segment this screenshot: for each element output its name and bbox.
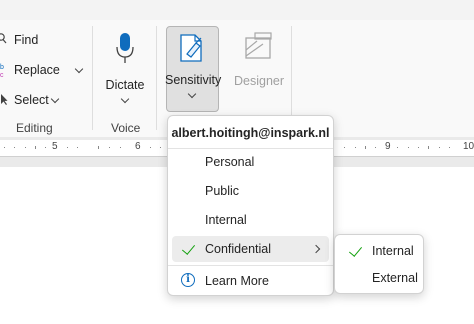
learn-more-link[interactable]: i Learn More (172, 268, 329, 294)
chevron-down-icon (120, 94, 130, 104)
ruler-tick (98, 146, 99, 149)
ruler-tick (428, 146, 429, 149)
dictate-label: Dictate (105, 78, 145, 92)
account-label: albert.hoitingh@inspark.nl (171, 126, 330, 140)
chevron-down-icon (50, 94, 59, 103)
chevron-down-icon (74, 64, 84, 73)
checkmark-icon (348, 243, 363, 257)
menu-item-label: Confidential (205, 242, 272, 256)
ruler-tick (109, 147, 110, 148)
select-label: Select (14, 93, 49, 107)
menu-item-label: Internal (205, 213, 247, 227)
dictate-button[interactable]: Dictate (101, 24, 149, 112)
confidential-submenu: Internal External (334, 234, 424, 294)
designer-button: Designer (230, 26, 288, 106)
replace-icon: b c (0, 64, 4, 78)
ruler-tick (365, 146, 366, 149)
submenu-item-external[interactable]: External (339, 265, 419, 291)
ruler-number: 9 (385, 141, 391, 152)
svg-text:b: b (0, 64, 4, 71)
designer-icon (245, 32, 272, 59)
title-strip (0, 0, 474, 20)
search-icon (0, 33, 7, 44)
ruler-tick (449, 147, 450, 148)
ruler-tick (439, 147, 440, 148)
learn-more-label: Learn More (205, 274, 269, 288)
checkmark-icon (181, 241, 196, 255)
ruler-tick (408, 147, 409, 148)
editing-group-label: Editing (16, 121, 53, 135)
info-icon: i (181, 273, 195, 287)
ruler-tick (45, 147, 46, 148)
find-button[interactable]: Find (0, 30, 38, 50)
ruler-tick (14, 147, 15, 148)
ruler-tick (150, 147, 151, 148)
ruler-tick (397, 147, 398, 148)
select-button[interactable]: Select (0, 90, 59, 110)
menu-item-personal[interactable]: Personal (172, 149, 329, 175)
voice-group-label: Voice (111, 121, 141, 135)
group-divider (92, 26, 93, 130)
ruler-number: 6 (135, 141, 141, 152)
sensitivity-icon (180, 34, 202, 62)
ruler-tick (67, 147, 68, 148)
sensitivity-label: Sensitivity (165, 73, 222, 87)
sensitivity-menu: albert.hoitingh@inspark.nl Personal Publ… (167, 115, 334, 296)
menu-item-confidential[interactable]: Confidential (172, 236, 329, 262)
menu-item-label: Public (205, 184, 240, 198)
microphone-icon (116, 33, 134, 63)
ruler-tick (77, 147, 78, 148)
menu-item-public[interactable]: Public (172, 178, 329, 204)
ruler-tick (375, 147, 376, 148)
ruler-tick (25, 147, 26, 148)
cursor-icon (1, 94, 8, 105)
chevron-down-icon (187, 89, 197, 99)
submenu-item-label: External (372, 271, 418, 285)
ruler-tick (355, 147, 356, 148)
submenu-item-label: Internal (372, 244, 414, 258)
ruler-number: 5 (52, 141, 58, 152)
svg-text:c: c (0, 72, 4, 78)
ruler-tick (344, 147, 345, 148)
ruler-tick (120, 147, 121, 148)
menu-divider (168, 265, 333, 266)
designer-label: Designer (233, 74, 285, 88)
ruler-tick (35, 146, 36, 149)
ruler-tick (418, 147, 419, 148)
ruler-number: 10 (463, 141, 474, 152)
sensitivity-button[interactable]: Sensitivity (165, 26, 222, 112)
replace-button[interactable]: b c Replace (0, 60, 84, 80)
chevron-right-icon (311, 244, 321, 254)
replace-label: Replace (14, 63, 60, 77)
menu-item-internal[interactable]: Internal (172, 207, 329, 233)
group-divider (156, 26, 157, 130)
find-label: Find (14, 33, 39, 47)
submenu-item-internal[interactable]: Internal (339, 238, 419, 264)
ruler-tick (160, 147, 161, 148)
ruler-tick (4, 147, 5, 148)
menu-item-label: Personal (205, 155, 255, 169)
